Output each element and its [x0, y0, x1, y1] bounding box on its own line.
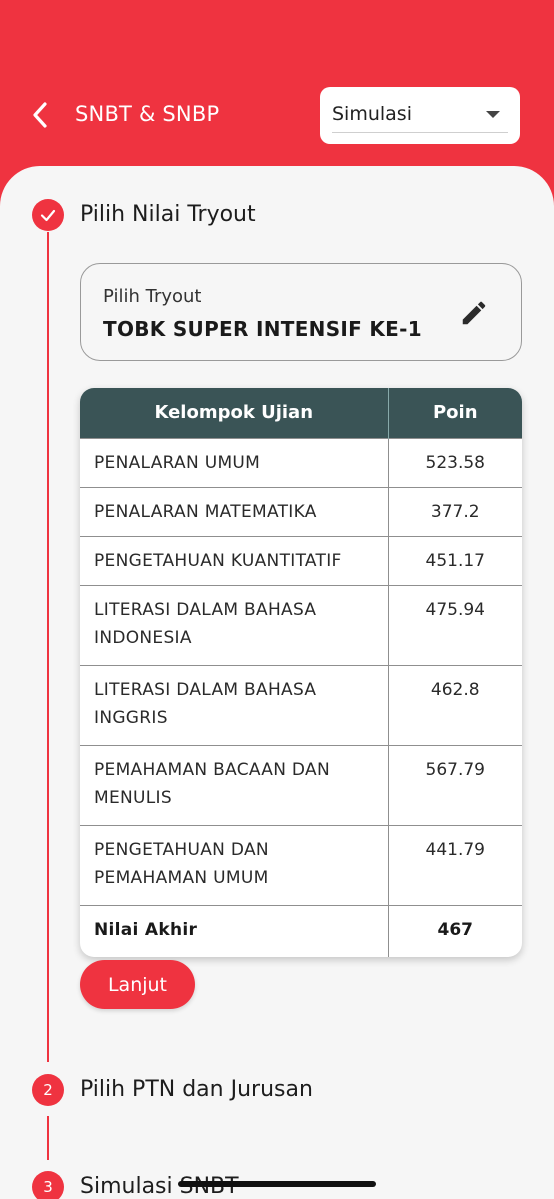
final-score-row: Nilai Akhir 467 — [80, 904, 522, 957]
mode-select[interactable]: Simulasi — [320, 87, 520, 144]
row-points: 377.2 — [388, 486, 522, 536]
timeline-line-2 — [47, 1116, 49, 1160]
table-row: PENGETAHUAN DAN PEMAHAMAN UMUM 441.79 — [80, 824, 522, 905]
row-name: PENALARAN MATEMATIKA — [80, 486, 389, 536]
final-score-value: 467 — [388, 904, 522, 957]
caret-down-icon — [486, 111, 500, 118]
table-row: LITERASI DALAM BAHASA INDONESIA 475.94 — [80, 584, 522, 665]
mode-select-value: Simulasi — [332, 103, 412, 125]
row-points: 451.17 — [388, 535, 522, 585]
column-header-group: Kelompok Ujian — [80, 388, 389, 438]
page-title: SNBT & SNBP — [75, 102, 220, 126]
home-indicator[interactable] — [178, 1181, 376, 1187]
tryout-label: Pilih Tryout — [103, 286, 202, 307]
back-button[interactable] — [22, 97, 58, 133]
table-row: PENALARAN MATEMATIKA 377.2 — [80, 486, 522, 536]
next-button[interactable]: Lanjut — [80, 960, 195, 1009]
step-2-circle: 2 — [32, 1074, 64, 1106]
row-points: 567.79 — [388, 744, 522, 825]
row-points: 462.8 — [388, 664, 522, 745]
row-points: 475.94 — [388, 584, 522, 665]
chevron-left-icon — [33, 102, 47, 128]
table-row: LITERASI DALAM BAHASA INGGRIS 462.8 — [80, 664, 522, 745]
row-name: PENGETAHUAN KUANTITATIF — [80, 535, 389, 585]
step-1-label[interactable]: Pilih Nilai Tryout — [80, 202, 256, 227]
row-name: PEMAHAMAN BACAAN DAN MENULIS — [80, 744, 389, 825]
row-name: PENALARAN UMUM — [80, 437, 389, 487]
tryout-selector[interactable]: Pilih Tryout TOBK SUPER INTENSIF KE-1 — [80, 263, 522, 361]
step-3-circle: 3 — [32, 1171, 64, 1199]
step-2-label[interactable]: Pilih PTN dan Jurusan — [80, 1077, 313, 1102]
row-name: LITERASI DALAM BAHASA INDONESIA — [80, 584, 389, 665]
table-row: PEMAHAMAN BACAAN DAN MENULIS 567.79 — [80, 744, 522, 825]
row-name: LITERASI DALAM BAHASA INGGRIS — [80, 664, 389, 745]
check-icon — [40, 209, 56, 222]
score-table: Kelompok Ujian Poin PENALARAN UMUM 523.5… — [80, 388, 522, 957]
row-points: 523.58 — [388, 437, 522, 487]
table-row: PENGETAHUAN KUANTITATIF 451.17 — [80, 535, 522, 585]
column-header-points: Poin — [388, 388, 522, 438]
pencil-icon[interactable] — [459, 298, 489, 328]
step-1-check-circle — [32, 199, 64, 231]
timeline-line-1 — [47, 232, 49, 1062]
table-row: PENALARAN UMUM 523.58 — [80, 437, 522, 487]
final-score-label: Nilai Akhir — [80, 904, 389, 957]
row-name: PENGETAHUAN DAN PEMAHAMAN UMUM — [80, 824, 389, 905]
table-header-row: Kelompok Ujian Poin — [80, 388, 522, 438]
row-points: 441.79 — [388, 824, 522, 905]
tryout-value: TOBK SUPER INTENSIF KE-1 — [103, 317, 422, 341]
select-underline — [332, 132, 508, 133]
